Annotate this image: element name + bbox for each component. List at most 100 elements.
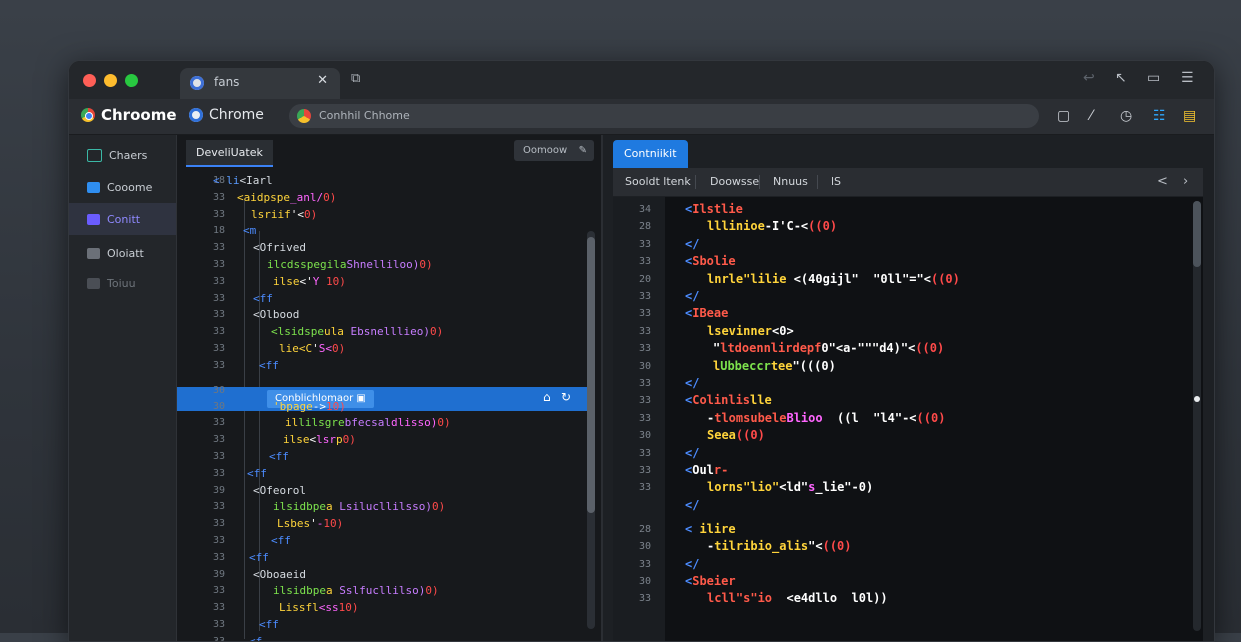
subtab-source[interactable]: Sooldt ltenk bbox=[617, 168, 699, 196]
code-line[interactable]: 30 bbox=[177, 383, 587, 399]
code-line[interactable]: 18 <m bbox=[177, 223, 587, 239]
subtab-nnuus[interactable]: Nnuus bbox=[765, 168, 816, 196]
code-line[interactable]: 33 ilcdsspegilaShnelliloo)0) bbox=[177, 257, 587, 273]
code-view-right[interactable]: 34 <Ilstlie 28 lllinioe-I'C-<((0) 33 </33 <Sbo… bbox=[613, 197, 1203, 641]
code-line[interactable]: 33 <f bbox=[177, 634, 587, 641]
sidebar-item-label: Oloiatt bbox=[107, 246, 144, 260]
subtab-doowsse[interactable]: Doowsse bbox=[702, 168, 767, 196]
code-line[interactable]: 33 lsevinner<0> bbox=[613, 323, 1183, 340]
code-line[interactable]: 33 </ bbox=[613, 375, 1183, 392]
code-line[interactable]: 39 <Oboaeid bbox=[177, 567, 587, 583]
sidebar-item-oloiatt[interactable]: Oloiatt bbox=[69, 237, 176, 269]
clock-icon[interactable]: ◷ bbox=[1120, 108, 1132, 124]
code-line[interactable]: 33 <ff bbox=[177, 533, 587, 549]
code-line[interactable]: 18 < li<Iarl bbox=[177, 173, 587, 189]
code-line[interactable]: 33 <Olbood bbox=[177, 307, 587, 323]
code-line[interactable]: 30 Seea((0) bbox=[613, 427, 1183, 444]
code-line[interactable]: 39 <Ofeorol bbox=[177, 483, 587, 499]
code-line[interactable]: 33 </ bbox=[613, 445, 1183, 462]
code-line[interactable]: 33 <aidpspe_anl/0) bbox=[177, 190, 587, 206]
code-text: </ bbox=[685, 375, 699, 392]
code-line[interactable]: 20 lnrle"lilie <(40gijl" "0ll"="<((0) bbox=[613, 271, 1183, 288]
code-line[interactable]: 33 <ff bbox=[177, 617, 587, 633]
code-line[interactable]: 33 <lsidspeula Ebsnelllieo)0) bbox=[177, 324, 587, 340]
profile-icon bbox=[189, 108, 203, 122]
code-token: <ff bbox=[253, 291, 273, 305]
code-line[interactable]: 33 <ff bbox=[177, 291, 587, 307]
code-line[interactable]: 30 <Sbeier bbox=[613, 573, 1183, 590]
code-line[interactable]: 33 lcll"s"io <e4dllo l0l)) bbox=[613, 590, 1183, 607]
code-line[interactable]: 33 <Sbolie bbox=[613, 253, 1183, 270]
code-line[interactable]: 33 <Oulr- bbox=[613, 462, 1183, 479]
code-line[interactable]: 33 <Ofrived bbox=[177, 240, 587, 256]
code-line[interactable]: 28 lllinioe-I'C-<((0) bbox=[613, 218, 1183, 235]
code-line[interactable]: 33 </ bbox=[613, 556, 1183, 573]
code-token: ((0) bbox=[916, 410, 946, 425]
browser-tab[interactable]: fans ✕ bbox=[180, 68, 340, 99]
left-scrollbar[interactable] bbox=[587, 231, 595, 629]
extension-icon[interactable]: ▢ bbox=[1057, 108, 1070, 124]
code-token: <aidpspe bbox=[237, 190, 290, 204]
tab-content[interactable]: Contniikit bbox=[613, 140, 688, 168]
back-arrow-icon[interactable]: ↩ bbox=[1083, 70, 1095, 86]
omnibox[interactable]: Conhhil Chhome bbox=[289, 104, 1039, 128]
calendar-icon bbox=[87, 181, 100, 193]
code-line[interactable]: 33 <ff bbox=[177, 358, 587, 374]
code-line[interactable]: 33 ilsidbpea Sslfucllilso)0) bbox=[177, 583, 587, 599]
code-line[interactable]: 33 ilse<lsrp0) bbox=[177, 432, 587, 448]
code-line[interactable]: 30 'bpage->10) bbox=[177, 399, 587, 415]
sidebar-item-conitt[interactable]: Conitt bbox=[69, 203, 176, 235]
right-scrollbar[interactable] bbox=[1193, 201, 1201, 631]
close-window-button[interactable] bbox=[83, 74, 96, 87]
code-line[interactable]: 30 -tilribio_alis"<((0) bbox=[613, 538, 1183, 555]
code-line[interactable]: 33 lorns"lio"<ld"s_lie"-0) bbox=[613, 479, 1183, 496]
code-line[interactable]: 33 illilsgrebfecsaldlisso)0) bbox=[177, 415, 587, 431]
code-line[interactable]: 33 ilsidbpea Lsilucllilsso)0) bbox=[177, 499, 587, 515]
code-line[interactable]: 33 Lissfl<ss10) bbox=[177, 600, 587, 616]
code-line[interactable]: 33 Lsbes'-10) bbox=[177, 516, 587, 532]
code-line[interactable]: 33 <ff bbox=[177, 449, 587, 465]
code-text: <Ofeorol bbox=[253, 483, 306, 499]
sidebar-item-toiuu[interactable]: Toiuu bbox=[69, 267, 176, 299]
code-line[interactable]: 33 ilse<'Y 10) bbox=[177, 274, 587, 290]
code-line[interactable]: 33 </ bbox=[613, 236, 1183, 253]
sidebar-item-chaers[interactable]: Chaers bbox=[69, 139, 176, 171]
profile-chip[interactable]: Chrome bbox=[189, 107, 264, 123]
minimize-window-button[interactable] bbox=[104, 74, 117, 87]
code-line[interactable]: 33 <ff bbox=[177, 550, 587, 566]
code-line[interactable]: 33 </ bbox=[613, 288, 1183, 305]
code-line[interactable]: 28 < ilire bbox=[613, 521, 1183, 538]
window-icon[interactable]: ▭ bbox=[1147, 70, 1160, 86]
new-tab-icon[interactable]: ⧉ bbox=[351, 71, 360, 86]
line-number: 28 bbox=[638, 221, 651, 233]
cursor-icon[interactable]: ↖ bbox=[1115, 70, 1127, 86]
left-scrollbar-thumb[interactable] bbox=[587, 237, 595, 513]
code-line[interactable]: 33 <IBeae bbox=[613, 305, 1183, 322]
code-token: ilse bbox=[283, 433, 310, 447]
subtab-ls[interactable]: lS bbox=[823, 168, 849, 196]
tab-title: fans bbox=[214, 75, 240, 89]
menu-icon[interactable]: ☰ bbox=[1181, 70, 1194, 86]
code-token: <lsidspe bbox=[271, 325, 324, 339]
code-line[interactable]: 33 lsriif'<0) bbox=[177, 207, 587, 223]
devtools-icon[interactable]: ☷ bbox=[1153, 108, 1166, 124]
code-line[interactable]: 33 "ltdoennlirdepf0"<a-"""d4)"<((0) bbox=[613, 340, 1183, 357]
chevron-right-icon[interactable]: › bbox=[1183, 174, 1188, 189]
pen-icon[interactable]: ⁄ bbox=[1090, 108, 1092, 124]
code-line[interactable]: 34 <Ilstlie bbox=[613, 201, 1183, 218]
code-line[interactable]: 30 lUbbeccrtee"(((0) bbox=[613, 358, 1183, 375]
panel-options-button[interactable]: Oomoow ✎ bbox=[514, 140, 594, 161]
tab-developer[interactable]: DeveliUatek bbox=[186, 140, 273, 167]
code-token: Oul bbox=[692, 463, 714, 477]
sidebar-item-cooome[interactable]: Cooome bbox=[69, 171, 176, 203]
maximize-window-button[interactable] bbox=[125, 74, 138, 87]
code-line[interactable]: 33 lie<C'S<0) bbox=[177, 341, 587, 357]
right-scrollbar-thumb[interactable] bbox=[1193, 201, 1201, 267]
code-view-left[interactable]: Conblichlomaor ▣ ⌂ ↻ 18 < li<Iarl 33 <aidps… bbox=[177, 171, 587, 641]
close-icon[interactable]: ✕ bbox=[317, 73, 328, 88]
collapse-icon[interactable]: < bbox=[1157, 174, 1168, 189]
code-line[interactable]: 33 <Colinlislle bbox=[613, 392, 1183, 409]
code-line[interactable]: 33 -tlomsubeleBlioo ((l "l4"-<((0) bbox=[613, 410, 1183, 427]
code-line[interactable]: 33 <ff bbox=[177, 466, 587, 482]
bookmark-icon[interactable]: ▤ bbox=[1183, 108, 1196, 124]
